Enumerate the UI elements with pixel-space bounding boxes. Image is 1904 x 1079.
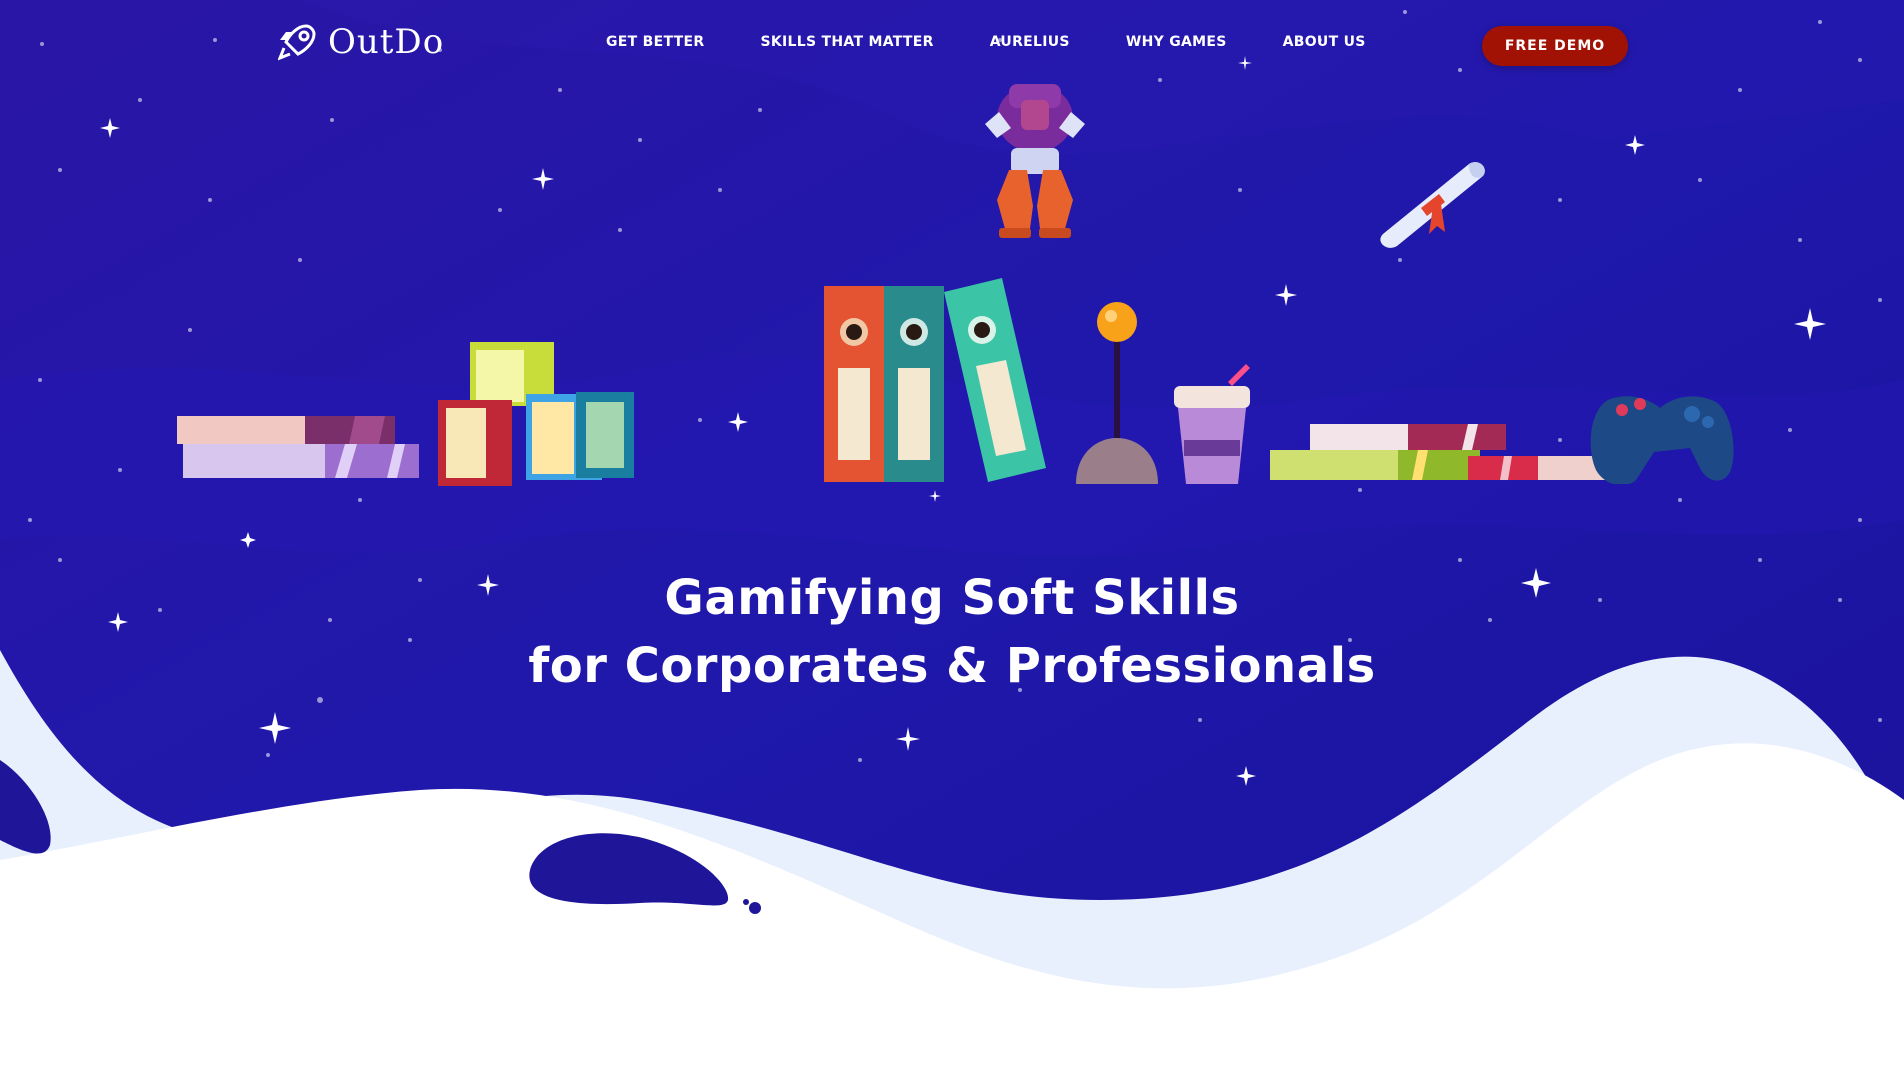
binders-icon [824, 278, 1046, 482]
hero-background [0, 0, 1904, 1079]
hero-headline: Gamifying Soft Skills for Corporates & P… [0, 564, 1904, 700]
hero-headline-line-2: for Corporates & Professionals [528, 638, 1376, 695]
gamepad-icon [1590, 396, 1734, 484]
nav-get-better[interactable]: GET BETTER [606, 34, 704, 50]
robot-icon [985, 84, 1085, 238]
brand-logo[interactable]: OutDo [278, 22, 444, 62]
top-navigation: OutDo GET BETTER SKILLS THAT MATTER AURE… [0, 0, 1904, 100]
hero-headline-line-1: Gamifying Soft Skills [664, 570, 1240, 627]
nav-why-games[interactable]: WHY GAMES [1126, 34, 1227, 50]
box-stack-icon [438, 342, 634, 486]
rocket-icon [278, 24, 316, 61]
free-demo-button[interactable]: FREE DEMO [1482, 26, 1628, 66]
nav-about-us[interactable]: ABOUT US [1283, 34, 1366, 50]
main-menu: GET BETTER SKILLS THAT MATTER AURELIUS W… [606, 34, 1366, 50]
diploma-scroll-icon [1380, 162, 1485, 248]
book-stack-icon [1270, 424, 1608, 480]
page: OutDo GET BETTER SKILLS THAT MATTER AURE… [0, 0, 1904, 1079]
brand-name: OutDo [328, 22, 445, 62]
joystick-icon [1076, 302, 1158, 484]
book-stack-icon [177, 416, 419, 478]
nav-skills-that-matter[interactable]: SKILLS THAT MATTER [760, 34, 933, 50]
coffee-cup-icon [1174, 364, 1250, 484]
nav-aurelius[interactable]: AURELIUS [990, 34, 1070, 50]
